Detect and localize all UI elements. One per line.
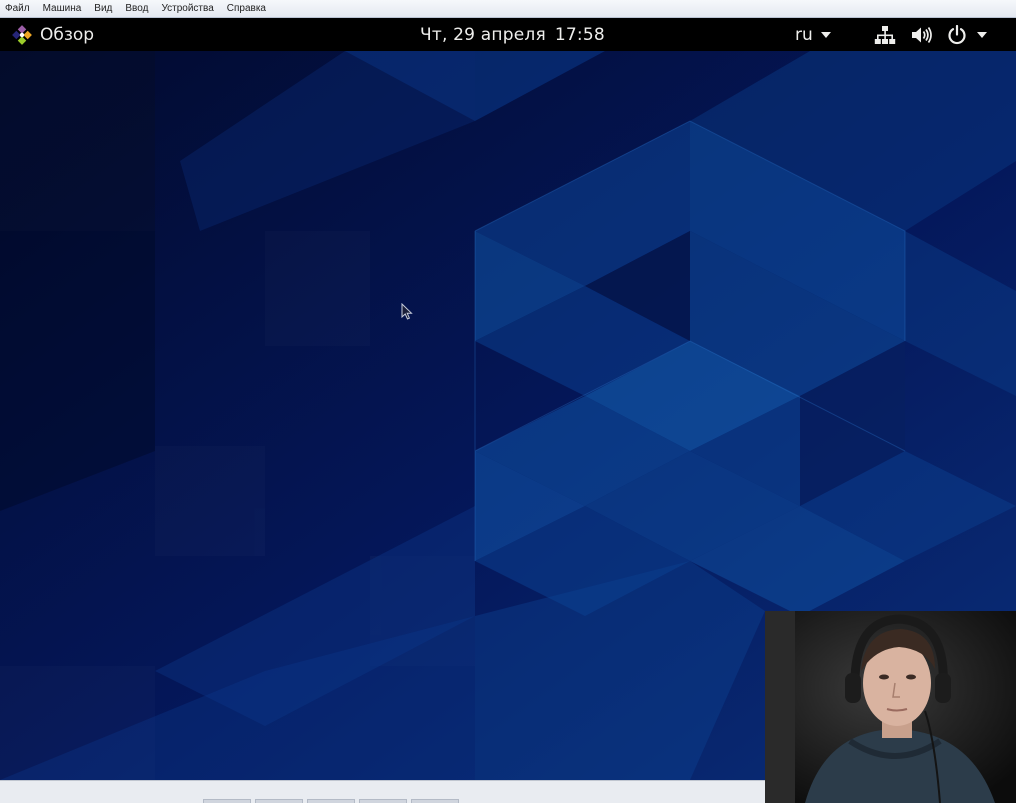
activities-button[interactable]: Обзор <box>12 18 94 51</box>
clock-button[interactable]: Чт, 29 апреля 17:58 <box>420 18 605 51</box>
vm-menu-help[interactable]: Справка <box>227 3 266 14</box>
status-slot <box>359 799 407 803</box>
webcam-overlay <box>765 611 1016 803</box>
activities-label: Обзор <box>40 24 95 45</box>
system-menu-button[interactable] <box>874 18 987 51</box>
distro-logo-icon <box>12 24 32 45</box>
vm-menu-devices[interactable]: Устройства <box>161 3 213 14</box>
network-wired-icon <box>874 25 896 44</box>
webcam-person-image <box>765 611 1016 803</box>
status-slot <box>411 799 459 803</box>
keyboard-layout-button[interactable]: ru <box>795 18 831 51</box>
speaker-volume-icon <box>912 26 932 43</box>
screen: Файл Машина Вид Ввод Устройства Справка … <box>0 0 1016 803</box>
chevron-down-icon <box>820 31 831 38</box>
vm-menu-machine[interactable]: Машина <box>43 3 82 14</box>
vm-menu-file[interactable]: Файл <box>5 3 30 14</box>
status-slot <box>255 799 303 803</box>
gnome-top-bar: Обзор Чт, 29 апреля 17:58 ru <box>0 18 1016 51</box>
clock-date: Чт, 29 апреля <box>420 24 546 45</box>
vm-menubar: Файл Машина Вид Ввод Устройства Справка <box>0 0 1016 18</box>
vm-menu-view[interactable]: Вид <box>94 3 112 14</box>
chevron-down-icon <box>977 31 987 38</box>
status-slot <box>307 799 355 803</box>
clock-time: 17:58 <box>554 24 605 45</box>
status-slot <box>203 799 251 803</box>
mouse-pointer-icon <box>401 303 413 320</box>
power-icon <box>948 24 966 44</box>
vm-menu-input[interactable]: Ввод <box>125 3 148 14</box>
keyboard-layout-label: ru <box>795 24 813 45</box>
